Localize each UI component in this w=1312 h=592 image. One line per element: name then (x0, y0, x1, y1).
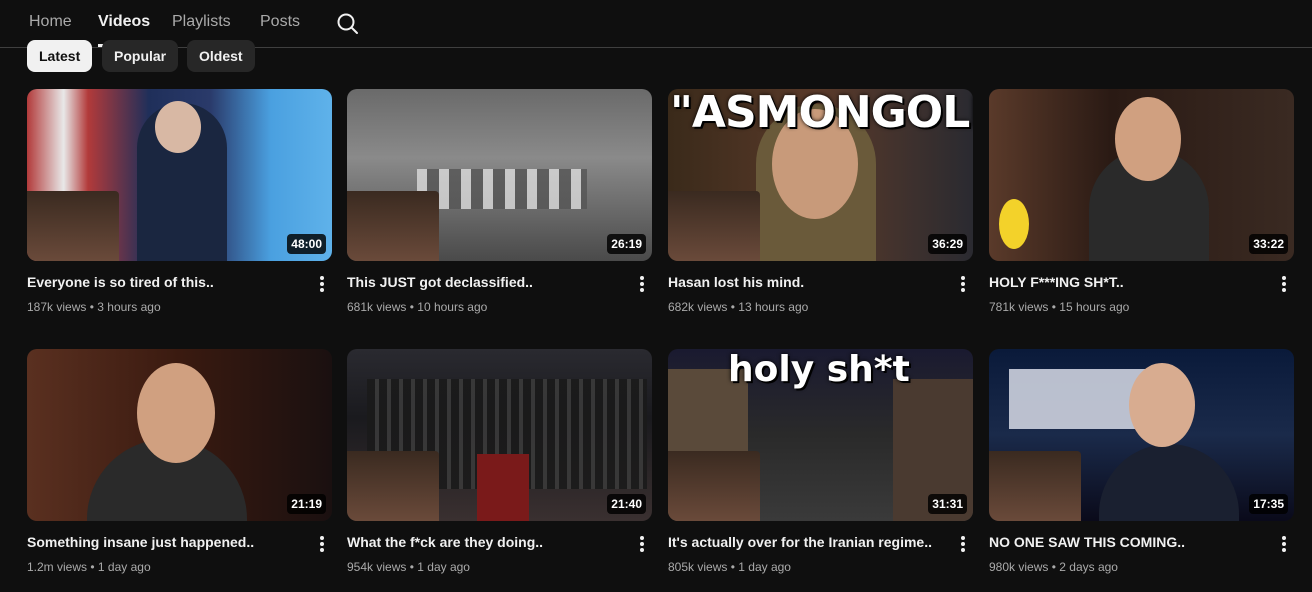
view-count: 1.2m views (27, 560, 88, 574)
upload-age: 1 day ago (738, 560, 791, 574)
more-options-icon[interactable] (634, 534, 650, 554)
video-card: 17:35 NO ONE SAW THIS COMING.. 980k view… (989, 349, 1294, 574)
upload-age: 1 day ago (97, 560, 151, 574)
view-count: 187k views (27, 300, 87, 314)
video-duration: 48:00 (287, 234, 326, 254)
video-title[interactable]: This JUST got declassified.. (347, 274, 617, 290)
view-count: 805k views (668, 560, 728, 574)
video-meta: 1.2m views • 1 day ago (27, 560, 151, 574)
streamer-inset (668, 451, 760, 521)
video-title[interactable]: Hasan lost his mind. (668, 274, 938, 290)
more-options-icon[interactable] (955, 274, 971, 294)
video-meta: 187k views • 3 hours ago (27, 300, 161, 314)
video-card: holy sh*t 31:31 It's actually over for t… (668, 349, 973, 574)
separator: • (90, 560, 95, 574)
video-title[interactable]: HOLY F***ING SH*T.. (989, 274, 1259, 290)
video-card: 21:19 Something insane just happened.. 1… (27, 349, 332, 574)
video-duration: 26:19 (607, 234, 646, 254)
video-card: 21:40 What the f*ck are they doing.. 954… (347, 349, 652, 574)
video-thumbnail[interactable]: 48:00 (27, 89, 332, 261)
thumbnail-overlay-text: holy sh*t (728, 349, 910, 390)
streamer-inset (347, 451, 439, 521)
more-options-icon[interactable] (634, 274, 650, 294)
video-duration: 33:22 (1249, 234, 1288, 254)
separator: • (409, 560, 414, 574)
video-duration: 31:31 (928, 494, 967, 514)
video-title[interactable]: What the f*ck are they doing.. (347, 534, 617, 550)
upload-age: 1 day ago (417, 560, 470, 574)
video-thumbnail[interactable]: 33:22 (989, 89, 1294, 261)
video-duration: 36:29 (928, 234, 967, 254)
video-thumbnail[interactable]: 26:19 (347, 89, 652, 261)
video-card: "ASMONGOLD" 36:29 Hasan lost his mind. 6… (668, 89, 973, 314)
separator: • (1051, 300, 1056, 314)
video-meta: 980k views • 2 days ago (989, 560, 1118, 574)
view-count: 681k views (347, 300, 407, 314)
chip-oldest[interactable]: Oldest (187, 40, 255, 72)
streamer-inset (668, 191, 760, 261)
upload-age: 3 hours ago (97, 300, 161, 314)
more-options-icon[interactable] (314, 534, 330, 554)
video-duration: 21:40 (607, 494, 646, 514)
upload-age: 2 days ago (1059, 560, 1118, 574)
streamer-inset (27, 191, 119, 261)
video-title[interactable]: NO ONE SAW THIS COMING.. (989, 534, 1259, 550)
tab-videos[interactable]: Videos (98, 13, 150, 31)
separator: • (409, 300, 414, 314)
video-title[interactable]: Something insane just happened.. (27, 534, 297, 550)
chip-latest[interactable]: Latest (27, 40, 93, 72)
search-icon[interactable] (336, 12, 360, 36)
video-card: 33:22 HOLY F***ING SH*T.. 781k views • 1… (989, 89, 1294, 314)
tab-playlists[interactable]: Playlists (172, 13, 231, 31)
video-thumbnail[interactable]: 21:19 (27, 349, 332, 521)
more-options-icon[interactable] (955, 534, 971, 554)
thumbnail-overlay-text: "ASMONGOLD" (670, 89, 973, 138)
more-options-icon[interactable] (1276, 534, 1292, 554)
separator: • (89, 300, 94, 314)
video-duration: 21:19 (287, 494, 326, 514)
video-meta: 805k views • 1 day ago (668, 560, 791, 574)
upload-age: 15 hours ago (1059, 300, 1130, 314)
separator: • (730, 560, 735, 574)
view-count: 954k views (347, 560, 407, 574)
video-thumbnail[interactable]: "ASMONGOLD" 36:29 (668, 89, 973, 261)
video-card: 48:00 Everyone is so tired of this.. 187… (27, 89, 332, 314)
video-card: 26:19 This JUST got declassified.. 681k … (347, 89, 652, 314)
upload-age: 13 hours ago (738, 300, 809, 314)
video-title[interactable]: Everyone is so tired of this.. (27, 274, 297, 290)
upload-age: 10 hours ago (417, 300, 488, 314)
more-options-icon[interactable] (314, 274, 330, 294)
video-meta: 681k views • 10 hours ago (347, 300, 487, 314)
tab-posts[interactable]: Posts (260, 13, 300, 31)
separator: • (730, 300, 735, 314)
streamer-inset (989, 451, 1081, 521)
view-count: 682k views (668, 300, 728, 314)
video-meta: 781k views • 15 hours ago (989, 300, 1129, 314)
tab-home[interactable]: Home (29, 13, 72, 31)
video-thumbnail[interactable]: 21:40 (347, 349, 652, 521)
view-count: 781k views (989, 300, 1049, 314)
view-count: 980k views (989, 560, 1049, 574)
video-meta: 682k views • 13 hours ago (668, 300, 808, 314)
video-meta: 954k views • 1 day ago (347, 560, 470, 574)
video-duration: 17:35 (1249, 494, 1288, 514)
video-thumbnail[interactable]: 17:35 (989, 349, 1294, 521)
separator: • (1051, 560, 1056, 574)
video-title[interactable]: It's actually over for the Iranian regim… (668, 534, 938, 550)
more-options-icon[interactable] (1276, 274, 1292, 294)
chip-popular[interactable]: Popular (102, 40, 179, 72)
video-thumbnail[interactable]: holy sh*t 31:31 (668, 349, 973, 521)
streamer-inset (347, 191, 439, 261)
